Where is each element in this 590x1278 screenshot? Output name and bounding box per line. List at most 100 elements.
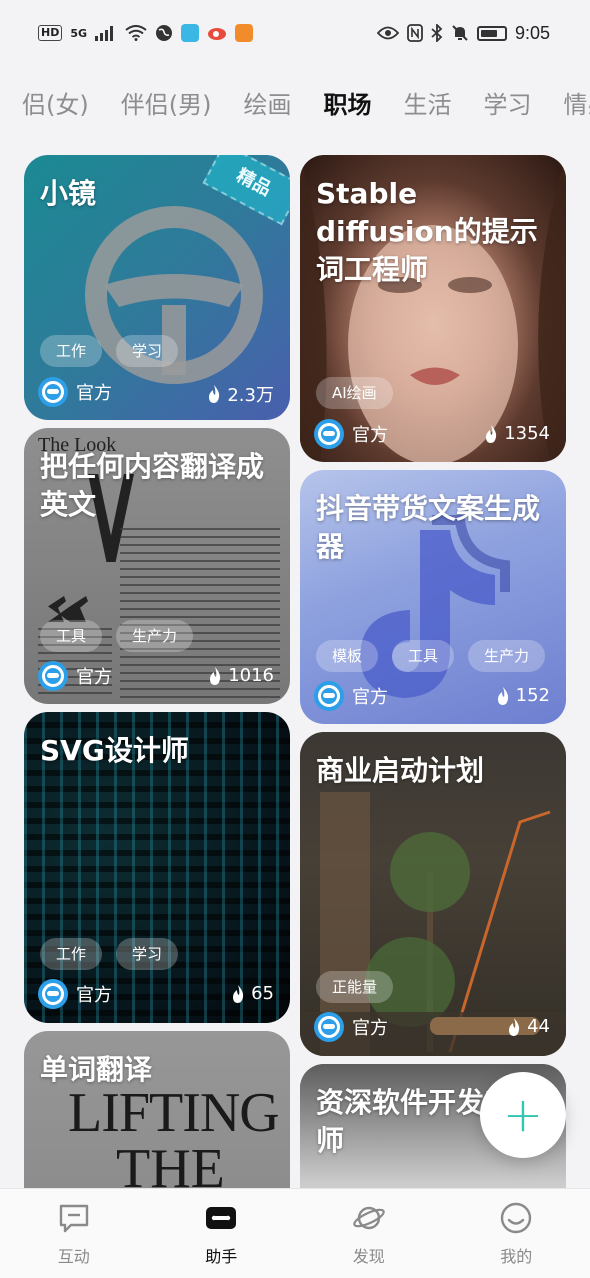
- video-app-icon: [235, 24, 254, 42]
- tag-list: AI绘画: [316, 377, 393, 409]
- nav-label: 互动: [57, 1246, 90, 1266]
- card-title: 单词翻译: [40, 1053, 153, 1086]
- smile-icon: [501, 1202, 532, 1233]
- tag-study[interactable]: 学习: [116, 335, 179, 367]
- official-logo-icon: [38, 661, 68, 691]
- bluetooth-icon: [431, 24, 443, 42]
- hd-indicator: HD: [38, 25, 63, 41]
- tab-emotion[interactable]: 情感: [563, 85, 590, 120]
- category-tabs: 侣(女) 伴侣(男) 绘画 职场 生活 学习 情感: [0, 70, 590, 134]
- flame-icon: [486, 424, 497, 443]
- tab-workplace[interactable]: 职场: [323, 85, 371, 120]
- card-owner: 官方: [314, 681, 388, 711]
- flame-icon: [497, 686, 508, 705]
- card-title: Stable diffusion的提示词工程师: [316, 177, 538, 286]
- wifi-icon: [125, 25, 147, 41]
- owner-label: 官方: [76, 667, 112, 688]
- owner-label: 官方: [352, 1018, 388, 1039]
- tag-positive-energy[interactable]: 正能量: [316, 971, 394, 1003]
- official-logo-icon: [38, 377, 68, 407]
- card-title: 把任何内容翻译成英文: [40, 450, 265, 521]
- magazine-quote-mark: [48, 596, 88, 622]
- owner-label: 官方: [352, 425, 388, 446]
- nav-discover[interactable]: 发现: [295, 1189, 443, 1278]
- clock: 9:05: [514, 22, 550, 43]
- tag-list: 正能量: [316, 971, 394, 1003]
- card-heat: 65: [231, 983, 274, 1004]
- tag-work[interactable]: 工作: [40, 335, 103, 367]
- heat-count: 1016: [228, 665, 274, 686]
- owner-label: 官方: [76, 383, 112, 404]
- book-app-icon: [181, 24, 200, 42]
- card-heat: 152: [496, 685, 550, 706]
- heat-count: 1354: [504, 423, 550, 444]
- nav-label: 发现: [352, 1246, 385, 1266]
- tag-productivity[interactable]: 生产力: [116, 620, 194, 652]
- tag-tool[interactable]: 工具: [40, 620, 103, 652]
- sina-app-icon: [208, 28, 227, 40]
- bottom-navigation: 互动 助手 发现 我的: [0, 1188, 590, 1278]
- assistant-card-xiaojing[interactable]: 精品 小镜 工作 学习 官方 2.3万: [24, 155, 290, 420]
- assistant-card-stable-diffusion[interactable]: Stable diffusion的提示词工程师 AI绘画 官方 1354: [300, 155, 566, 462]
- card-title: 小镜: [40, 177, 97, 210]
- assistant-card-translate-english[interactable]: The Look 把任何内容翻译成英文 工具 生产力 官方 1016: [24, 428, 290, 704]
- owner-label: 官方: [352, 687, 388, 708]
- official-logo-icon: [38, 979, 68, 1009]
- tab-study[interactable]: 学习: [483, 85, 531, 120]
- assistant-card-business-plan[interactable]: 商业启动计划 正能量 官方 44: [300, 732, 566, 1056]
- flame-icon: [209, 385, 220, 403]
- tag-list: 工作 学习: [40, 335, 179, 367]
- official-logo-icon: [314, 419, 344, 449]
- eye-icon: [376, 26, 399, 40]
- status-bar: HD 5G 9:05: [0, 0, 590, 66]
- assistant-card-douyin-copywriter[interactable]: 抖音带货文案生成器 模板 工具 生产力 官方 152: [300, 470, 566, 724]
- nav-label: 助手: [205, 1246, 238, 1266]
- assistant-card-svg-designer[interactable]: SVG设计师 工作 学习 官方 65: [24, 712, 290, 1023]
- heat-count: 65: [251, 983, 274, 1004]
- nav-assistant[interactable]: 助手: [148, 1189, 296, 1278]
- owner-label: 官方: [76, 985, 112, 1006]
- heat-count: 152: [515, 685, 550, 706]
- card-heat: 2.3万: [207, 381, 274, 407]
- card-title: 商业启动计划: [316, 754, 485, 787]
- heat-count: 44: [527, 1016, 550, 1037]
- tag-list: 工具 生产力: [40, 620, 194, 652]
- tag-template[interactable]: 模板: [316, 640, 379, 672]
- planet-icon: [352, 1206, 385, 1229]
- tab-female-companion[interactable]: 侣(女): [22, 85, 89, 120]
- card-title: 抖音带货文案生成器: [316, 492, 541, 563]
- card-owner: 官方: [38, 661, 112, 691]
- card-heat: 1354: [484, 423, 550, 444]
- tab-drawing[interactable]: 绘画: [243, 85, 291, 120]
- network-5g-label: 5G: [70, 26, 88, 40]
- card-owner: 官方: [314, 419, 388, 449]
- card-owner: 官方: [38, 377, 112, 407]
- tag-work[interactable]: 工作: [40, 938, 103, 970]
- magazine-word-lifting: LIFTING: [68, 1082, 280, 1144]
- status-right: 9:05: [376, 22, 550, 44]
- card-title: SVG设计师: [40, 734, 189, 767]
- tag-ai-drawing[interactable]: AI绘画: [316, 377, 393, 409]
- nfc-icon: [407, 24, 423, 42]
- add-assistant-button[interactable]: +: [480, 1072, 566, 1158]
- tab-male-companion[interactable]: 伴侣(男): [121, 85, 212, 120]
- heat-count: 2.3万: [227, 385, 274, 406]
- official-logo-icon: [314, 1012, 344, 1042]
- status-left: HD 5G: [38, 24, 254, 42]
- tag-study[interactable]: 学习: [116, 938, 179, 970]
- flame-icon: [233, 984, 244, 1003]
- flame-icon: [210, 666, 221, 685]
- card-heat: 1016: [208, 665, 274, 686]
- nav-label: 我的: [500, 1246, 533, 1266]
- card-owner: 官方: [38, 979, 112, 1009]
- tab-life[interactable]: 生活: [403, 85, 451, 120]
- nav-profile[interactable]: 我的: [443, 1189, 590, 1278]
- tag-list: 工作 学习: [40, 938, 179, 970]
- robot-icon: [206, 1206, 237, 1229]
- globe-icon: [156, 25, 173, 41]
- signal-icon: [95, 26, 114, 41]
- nav-interaction[interactable]: 互动: [0, 1189, 148, 1278]
- tag-productivity[interactable]: 生产力: [468, 640, 546, 672]
- tag-tool[interactable]: 工具: [392, 640, 455, 672]
- card-owner: 官方: [314, 1012, 388, 1042]
